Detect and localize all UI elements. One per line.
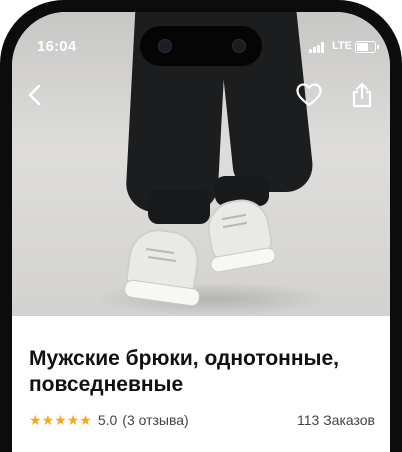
share-button[interactable] — [345, 78, 379, 112]
product-info-card: Мужские брюки, однотонные, повседневные … — [12, 316, 390, 452]
signal-icon — [309, 42, 327, 53]
camera-lens — [232, 39, 246, 53]
battery-level — [357, 43, 369, 51]
battery-tip — [377, 45, 379, 49]
network-type: LTE — [332, 40, 352, 52]
star-icon: ★ — [54, 412, 67, 428]
share-icon — [352, 82, 372, 108]
product-title: Мужские брюки, однотонные, повседневные — [29, 347, 339, 396]
favorite-button[interactable] — [292, 78, 326, 112]
status-bar: 16:04 LTE — [12, 26, 390, 66]
left-cuff — [148, 190, 210, 224]
screen: 16:04 LTE Мужские брюки, однотонные, пов… — [12, 12, 390, 452]
heart-icon — [296, 83, 322, 107]
rating-score: 5.0 — [97, 412, 118, 428]
reviews-link[interactable]: (3 отзыва) — [122, 412, 188, 428]
star-icon: ★ — [66, 412, 80, 428]
rating-stars[interactable]: ★ ★ ★ ★ ★ — [29, 413, 92, 427]
dynamic-island — [140, 26, 262, 66]
camera-lens — [158, 39, 172, 53]
status-time: 16:04 — [37, 38, 77, 55]
back-button[interactable] — [18, 78, 52, 112]
rating-row: ★ ★ ★ ★ ★ 5.0 (3 отзыва) 113 Заказов — [29, 410, 375, 430]
battery-icon — [355, 41, 376, 53]
star-icon: ★ — [41, 412, 55, 428]
chevron-left-icon — [28, 84, 41, 106]
star-icon: ★ — [79, 412, 92, 428]
phone-frame: 16:04 LTE Мужские брюки, однотонные, пов… — [0, 0, 402, 452]
orders-count: 113 Заказов — [297, 412, 375, 428]
star-icon: ★ — [29, 412, 42, 428]
